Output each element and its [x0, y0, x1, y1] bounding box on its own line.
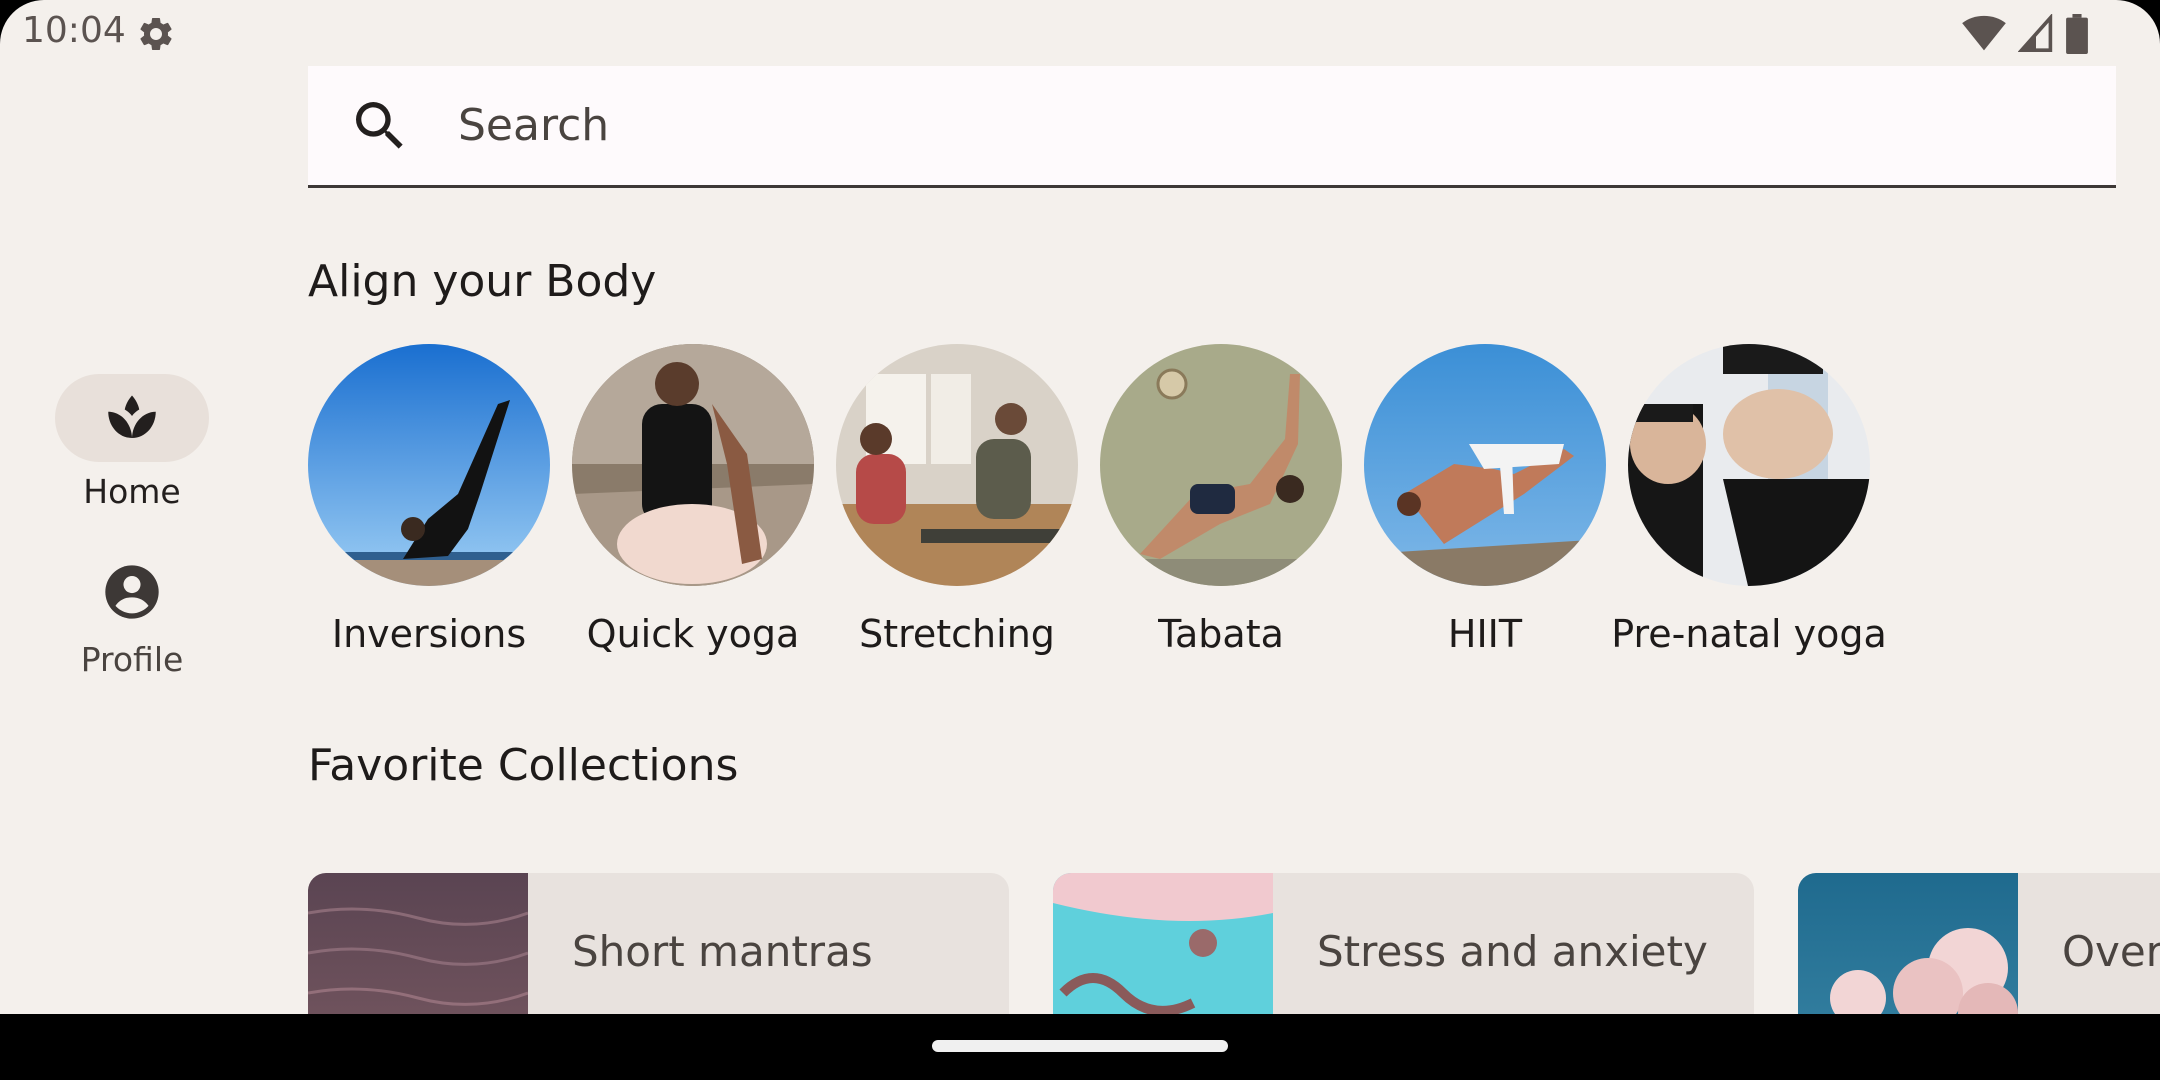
- inversions-image: [308, 344, 550, 586]
- align-body-row: Inversions Quick yoga Stretching Tabata …: [308, 344, 1887, 656]
- body-item-hiit[interactable]: HIIT: [1364, 344, 1606, 656]
- settings-icon: [140, 17, 172, 50]
- status-time: 10:04: [22, 10, 126, 51]
- nav-label-profile: Profile: [80, 640, 184, 679]
- system-navigation-bar: [0, 1014, 2160, 1080]
- gesture-handle[interactable]: [932, 1040, 1228, 1052]
- body-label: Tabata: [1158, 612, 1284, 656]
- app-screen: 10:04 Home Profile Search Align your Bod…: [0, 0, 2160, 1080]
- body-item-stretching[interactable]: Stretching: [836, 344, 1078, 656]
- section-title-align-body: Align your Body: [308, 256, 657, 307]
- tabata-image: [1100, 344, 1342, 586]
- body-label: Pre-natal yoga: [1611, 612, 1887, 656]
- nav-label-home: Home: [83, 472, 181, 511]
- section-title-favorite-collections: Favorite Collections: [308, 740, 739, 791]
- body-item-inversions[interactable]: Inversions: [308, 344, 550, 656]
- search-icon: [356, 101, 403, 149]
- body-label: Inversions: [331, 612, 527, 656]
- nav-item-home[interactable]: Home: [55, 374, 209, 511]
- body-item-tabata[interactable]: Tabata: [1100, 344, 1342, 656]
- stretching-image: [836, 344, 1078, 586]
- body-label: Stretching: [859, 612, 1055, 656]
- body-item-quick-yoga[interactable]: Quick yoga: [572, 344, 814, 656]
- body-item-pre-natal-yoga[interactable]: Pre-natal yoga: [1611, 344, 1887, 656]
- pre-natal-yoga-image: [1628, 344, 1870, 586]
- spa-icon: [108, 395, 156, 438]
- nav-indicator: [55, 374, 209, 462]
- cell-signal-icon: [2018, 14, 2053, 52]
- account-circle-icon: [105, 565, 159, 619]
- quick-yoga-image: [572, 344, 814, 586]
- wifi-icon: [1962, 15, 2006, 51]
- nav-item-profile[interactable]: Profile: [55, 560, 209, 679]
- search-bar[interactable]: [308, 66, 2116, 188]
- battery-icon: [2066, 14, 2088, 54]
- body-label: HIIT: [1447, 612, 1523, 656]
- body-label: Quick yoga: [586, 612, 800, 656]
- status-icons: [1962, 14, 2088, 54]
- hiit-image: [1364, 344, 1606, 586]
- search-input[interactable]: [456, 99, 1960, 152]
